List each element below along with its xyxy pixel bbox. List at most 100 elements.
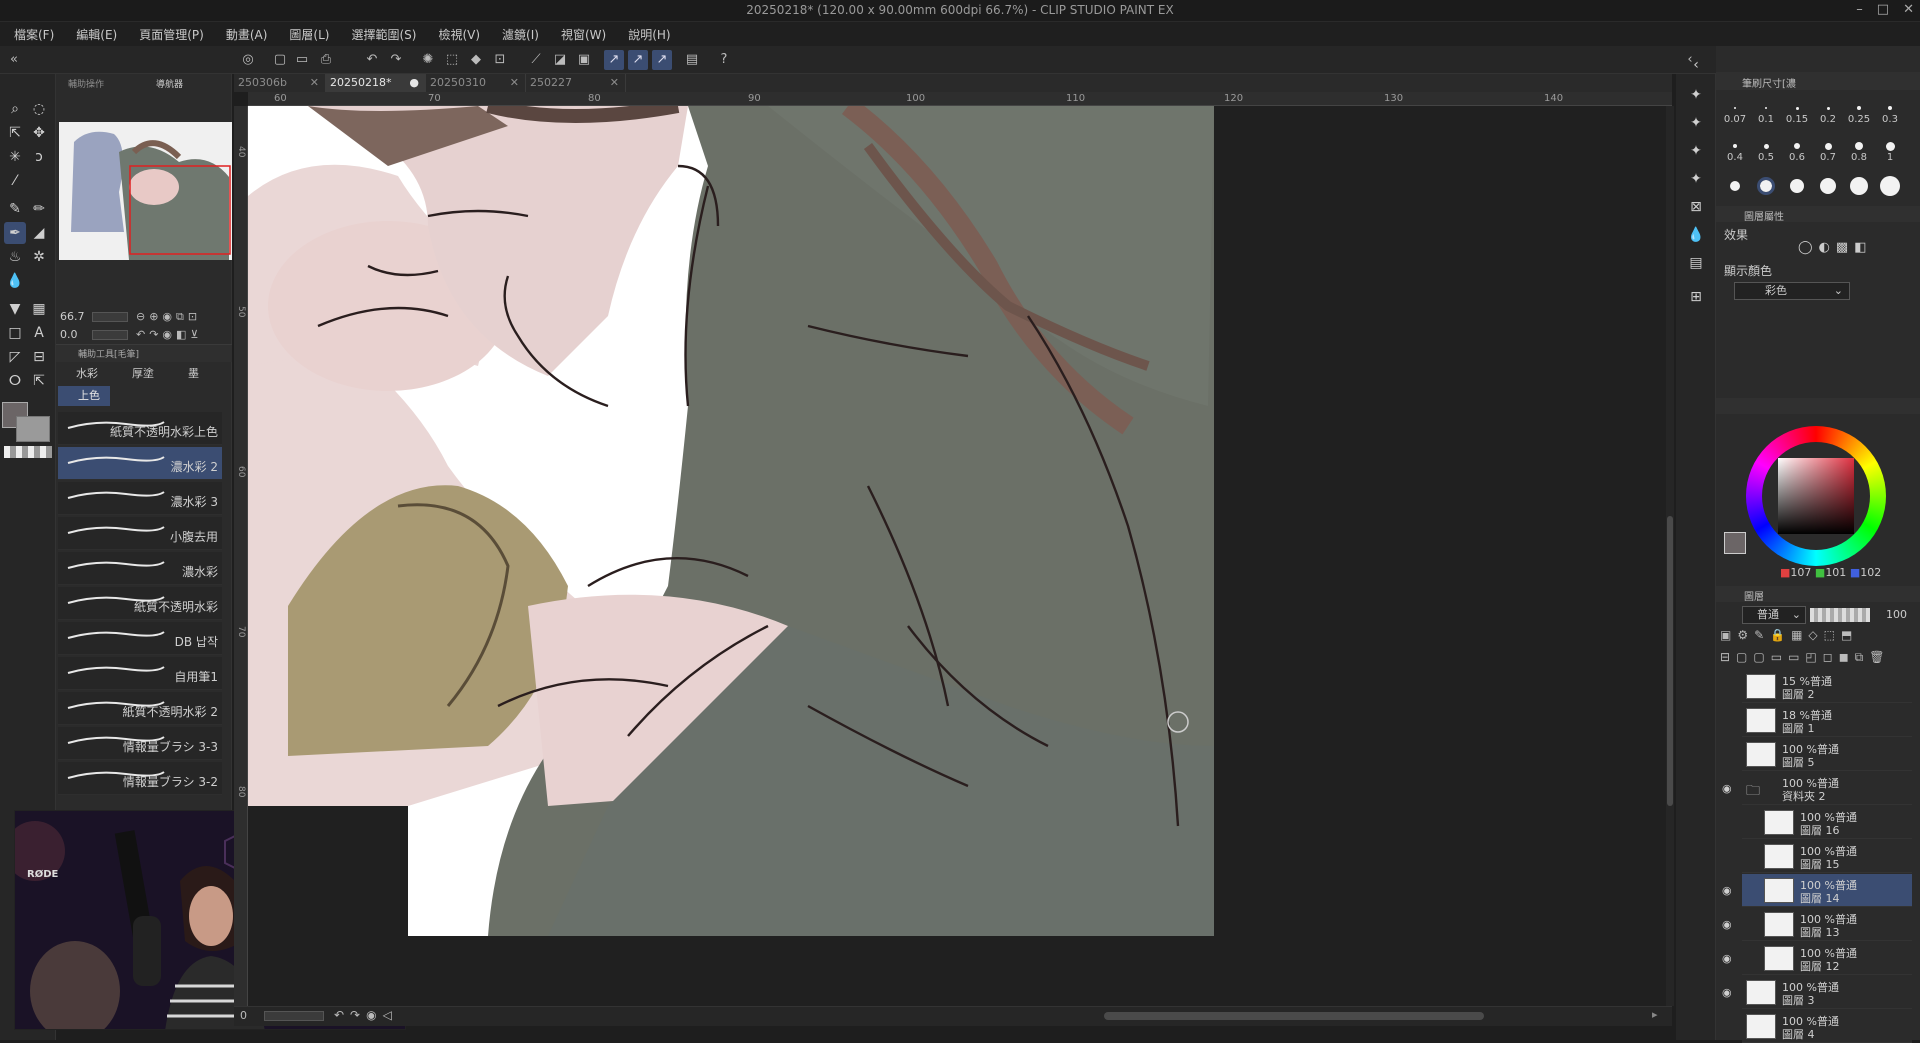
visibility-eye-icon[interactable]: ◉	[1722, 952, 1732, 965]
brush-size-option[interactable]: 1	[1875, 152, 1905, 163]
eyedropper-icon[interactable]: ⁄	[4, 170, 26, 192]
menu-window[interactable]: 視窗(W)	[561, 26, 606, 43]
ruler-snap-icon[interactable]: ⟋	[526, 50, 546, 70]
brush-size-dot[interactable]	[1880, 176, 1900, 196]
layer-row[interactable]: 18 %普通 圖層 1	[1742, 704, 1912, 737]
tab-250227[interactable]: 250227 ✕	[526, 74, 626, 92]
status-zoom[interactable]: 0	[240, 1009, 247, 1022]
figure-tool-icon[interactable]: □	[4, 322, 26, 344]
menu-view[interactable]: 檢視(V)	[438, 26, 480, 43]
layer-row[interactable]: 100 %普通 圖層 12	[1742, 942, 1912, 975]
tab-20250218[interactable]: 20250218* ●	[326, 74, 426, 92]
minimize-button[interactable]: –	[1856, 2, 1863, 17]
menu-animation[interactable]: 動畫(A)	[226, 26, 268, 43]
close-button[interactable]: ✕	[1903, 2, 1914, 17]
menu-file[interactable]: 檔案(F)	[14, 26, 54, 43]
move-tool-icon[interactable]: ✥	[28, 122, 50, 144]
opacity-value[interactable]: 100	[1886, 608, 1907, 621]
fill-tool-icon[interactable]: ▼	[4, 298, 26, 320]
layer-search-icon[interactable]: ⊞	[1685, 286, 1707, 308]
snap-grid-icon[interactable]: ↗	[652, 50, 672, 70]
rotation-value[interactable]: 0.0	[60, 328, 78, 341]
border-effect-icon[interactable]: ◯	[1798, 240, 1813, 260]
menu-edit[interactable]: 編輯(E)	[76, 26, 117, 43]
save-icon[interactable]: ⎙	[316, 50, 336, 70]
artwork-canvas[interactable]	[248, 106, 1214, 936]
menu-page[interactable]: 頁面管理(P)	[139, 26, 204, 43]
maximize-button[interactable]: □	[1877, 2, 1889, 17]
layer-folder[interactable]: 🗀 100 %普通 資料夾 2	[1742, 772, 1912, 805]
brush-size-option[interactable]: 0.3	[1875, 114, 1905, 125]
airbrush-icon[interactable]: ♨	[4, 246, 26, 268]
brush-item[interactable]: DB 납작	[58, 622, 222, 655]
new-file-icon[interactable]: ▢	[270, 50, 290, 70]
collapse-icon[interactable]: ‹	[1685, 54, 1707, 76]
crop-icon[interactable]: ⊡	[490, 50, 510, 70]
brush-size-option[interactable]: 0.15	[1782, 114, 1812, 125]
zoom-tool-icon[interactable]: ⌕	[4, 98, 26, 120]
lasso-select-icon[interactable]: ◌	[28, 98, 50, 120]
undo-icon[interactable]: ↶	[362, 50, 382, 70]
snap-special-icon[interactable]: ↗	[628, 50, 648, 70]
menu-selection[interactable]: 選擇範圍(S)	[351, 26, 416, 43]
sub-color-swatch[interactable]	[16, 416, 50, 442]
layer-row[interactable]: 100 %普通 圖層 16	[1742, 806, 1912, 839]
tab-20250310[interactable]: 20250310 ✕	[426, 74, 526, 92]
grid-snap-icon[interactable]: ◪	[550, 50, 570, 70]
effect-buttons[interactable]: ◯ ◐ ▩ ◧	[1798, 240, 1908, 260]
brush-size-dot[interactable]	[1820, 178, 1836, 194]
balloon-tool-icon[interactable]: ⊟	[28, 346, 50, 368]
layer-row[interactable]: 100 %普通 圖層 5	[1742, 738, 1912, 771]
layer-row[interactable]: 15 %普通 圖層 2	[1742, 670, 1912, 703]
special-ruler-icon[interactable]: ▣	[574, 50, 594, 70]
brush-item[interactable]: 小腹去用	[58, 517, 222, 550]
canvas-area[interactable]	[248, 106, 1672, 1006]
material-icon-4[interactable]: ✦	[1685, 168, 1707, 190]
brush-size-option[interactable]: 0.6	[1782, 152, 1812, 163]
menu-help[interactable]: 說明(H)	[628, 26, 670, 43]
color-mixing-icon[interactable]: 💧	[1685, 224, 1707, 246]
decoration-icon[interactable]: ✲	[28, 246, 50, 268]
open-file-icon[interactable]: ▭	[292, 50, 312, 70]
gradient-tool-icon[interactable]: ▦	[28, 298, 50, 320]
brush-size-option[interactable]: 0.07	[1720, 114, 1750, 125]
frame-tool-icon[interactable]: ◸	[4, 346, 26, 368]
lasso-icon[interactable]: ↄ	[28, 146, 50, 168]
menu-layer[interactable]: 圖層(L)	[289, 26, 329, 43]
redo-icon[interactable]: ↷	[386, 50, 406, 70]
brush-size-option[interactable]: 0.5	[1751, 152, 1781, 163]
eraser-tool-icon[interactable]: ◢	[28, 222, 50, 244]
layer-row[interactable]: 100 %普通 圖層 15	[1742, 840, 1912, 873]
brush-item[interactable]: 自用筆1	[58, 657, 222, 690]
speech-icon[interactable]: ⵔ	[4, 370, 26, 392]
status-rotate-buttons[interactable]: ↶↷◉◁	[334, 1008, 398, 1022]
brush-item[interactable]: 紙質不透明水彩 2	[58, 692, 222, 725]
group-coloring[interactable]: 上色	[58, 386, 110, 406]
material-icon-2[interactable]: ✦	[1685, 112, 1707, 134]
brush-item[interactable]: 情報量ブラシ 3-2	[58, 762, 222, 795]
loading-icon[interactable]: ✺	[418, 50, 438, 70]
clip-studio-icon[interactable]: ◎	[238, 50, 258, 70]
correct-line-icon[interactable]: ⇱	[28, 370, 50, 392]
brush-tool-icon[interactable]: ✒	[4, 222, 26, 244]
brush-item[interactable]: 紙質不透明水彩	[58, 587, 222, 620]
zoom-value[interactable]: 66.7	[60, 310, 85, 323]
brush-size-option[interactable]: 0.25	[1844, 114, 1874, 125]
brush-size-dot[interactable]	[1757, 177, 1775, 195]
current-color-swatch[interactable]	[1724, 532, 1746, 554]
object-select-icon[interactable]: ⇱	[4, 122, 26, 144]
status-slider[interactable]	[264, 1011, 324, 1021]
brush-item[interactable]: 濃水彩 2	[58, 447, 222, 480]
zoom-slider[interactable]	[92, 312, 128, 322]
companion-icon[interactable]: ▤	[682, 50, 702, 70]
material-icon[interactable]: ✦	[1685, 84, 1707, 106]
transform-icon[interactable]: ⬚	[442, 50, 462, 70]
brush-item[interactable]: 情報量ブラシ 3-3	[58, 727, 222, 760]
brush-size-dot[interactable]	[1790, 179, 1804, 193]
tab-navigator[interactable]: 導航器	[156, 76, 183, 94]
zoom-buttons[interactable]: ⊖⊕◉⧉⊡	[136, 310, 201, 324]
brush-item[interactable]: 紙質不透明水彩上色	[58, 412, 222, 445]
magic-wand-icon[interactable]: ✳	[4, 146, 26, 168]
brush-item[interactable]: 濃水彩	[58, 552, 222, 585]
layer-row[interactable]: 100 %普通 圖層 13	[1742, 908, 1912, 941]
